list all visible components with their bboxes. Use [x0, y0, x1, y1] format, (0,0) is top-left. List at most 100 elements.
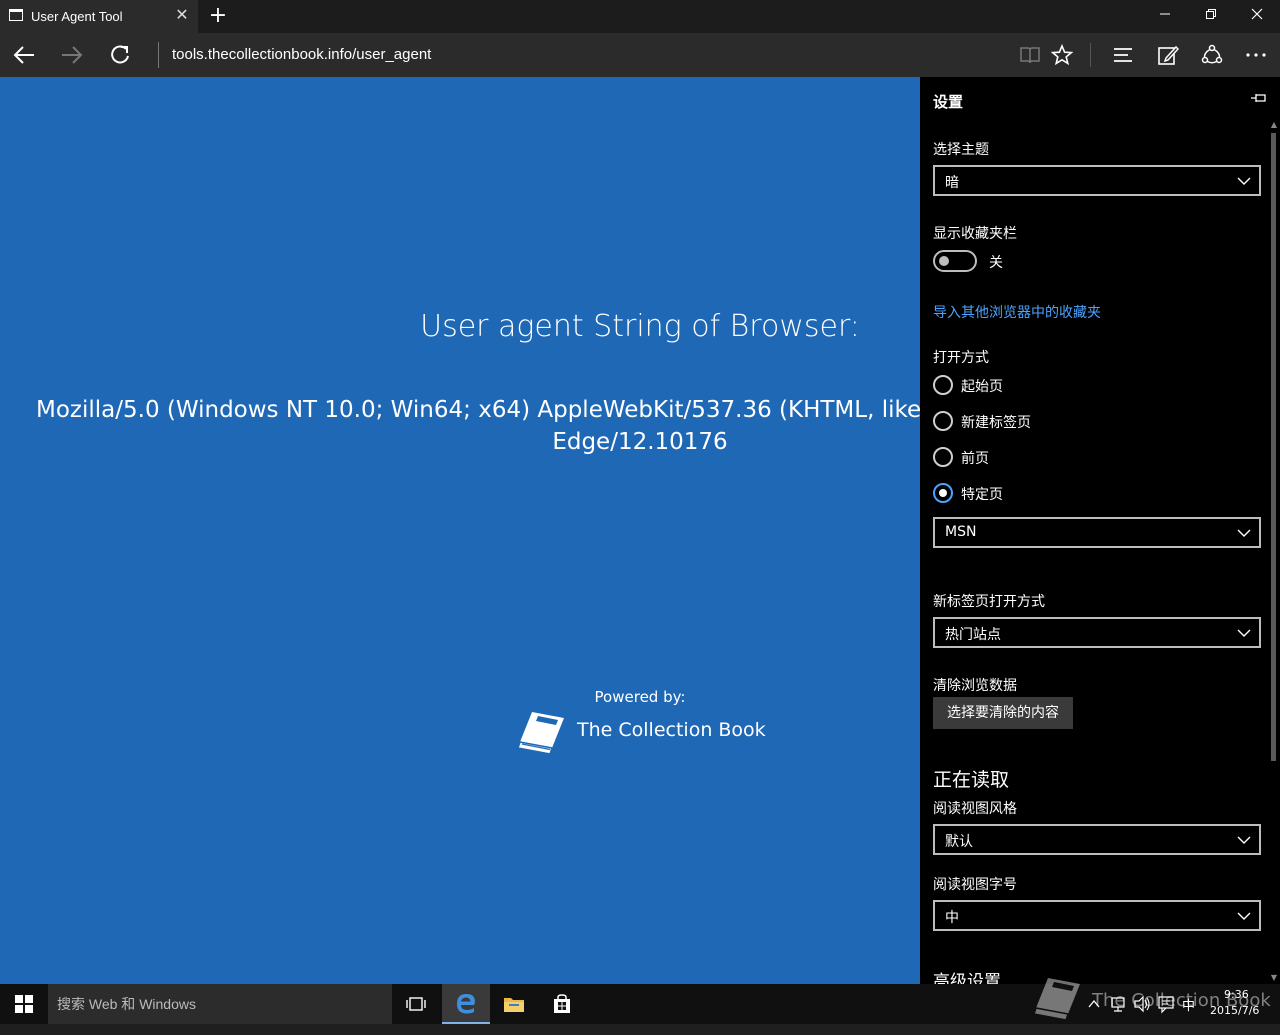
task-view-icon: [406, 997, 426, 1011]
pin-icon[interactable]: [1250, 91, 1268, 105]
radio-button: [933, 447, 953, 467]
choose-what-to-clear-button[interactable]: 选择要清除的内容: [933, 697, 1073, 729]
show-hidden-icons[interactable]: [1088, 984, 1100, 1024]
refresh-button[interactable]: [100, 39, 140, 71]
hub-button[interactable]: [1103, 39, 1143, 71]
chevron-down-icon: [1237, 836, 1251, 844]
tab-title: User Agent Tool: [31, 9, 123, 24]
reading-font-size-select[interactable]: 中: [933, 900, 1261, 931]
chevron-up-icon: [1088, 999, 1100, 1008]
toggle-knob: [939, 256, 949, 266]
book-logo-icon[interactable]: [514, 708, 568, 756]
chevron-down-icon: [1237, 529, 1251, 537]
address-divider: [158, 42, 159, 68]
more-button[interactable]: [1236, 39, 1276, 71]
reading-view-style-label: 阅读视图风格: [933, 801, 1017, 817]
book-watermark-icon: [1033, 978, 1080, 1021]
reading-view-icon: [1020, 47, 1040, 64]
radio-label: 新建标签页: [961, 415, 1031, 431]
settings-title: 设置: [933, 93, 964, 111]
chevron-down-icon: [1237, 912, 1251, 920]
close-icon: [1251, 8, 1263, 20]
navigation-bar: tools.thecollectionbook.info/user_agent: [0, 33, 1280, 77]
forward-arrow-icon: [62, 46, 83, 64]
favorite-star-icon: [1051, 44, 1073, 66]
radio-button-checked: [933, 483, 953, 503]
clear-data-label: 清除浏览数据: [933, 678, 1017, 694]
specific-page-select[interactable]: MSN: [933, 517, 1261, 548]
theme-label: 选择主题: [933, 142, 989, 158]
theme-select[interactable]: 暗: [933, 165, 1261, 196]
volume-tray-button[interactable]: [1133, 984, 1151, 1024]
favorite-button[interactable]: [1042, 39, 1082, 71]
share-button[interactable]: [1192, 39, 1232, 71]
ime-indicator[interactable]: 中: [1182, 995, 1195, 1035]
windows-logo-icon: [15, 995, 33, 1013]
restore-button[interactable]: [1188, 0, 1234, 33]
specific-page-value: MSN: [945, 524, 977, 540]
toolbar-separator: [1090, 43, 1091, 67]
reading-font-size-label: 阅读视图字号: [933, 877, 1017, 893]
forward-button[interactable]: [52, 39, 92, 71]
back-arrow-icon: [13, 46, 34, 64]
page-icon: [9, 9, 23, 21]
chevron-down-icon: [1237, 629, 1251, 637]
hub-icon: [1114, 48, 1132, 62]
share-icon: [1201, 44, 1223, 64]
web-note-button[interactable]: [1148, 39, 1188, 71]
open-with-label: 打开方式: [933, 350, 989, 366]
favorites-bar-label: 显示收藏夹栏: [933, 226, 1017, 242]
web-note-icon: [1158, 45, 1179, 65]
settings-scrollbar[interactable]: ▲ ▼: [1268, 121, 1280, 984]
taskbar-search-box[interactable]: 搜索 Web 和 Windows: [48, 984, 392, 1024]
theme-select-value: 暗: [945, 175, 959, 191]
clock-time[interactable]: 9:36: [1224, 988, 1249, 1001]
address-bar[interactable]: tools.thecollectionbook.info/user_agent: [172, 46, 431, 63]
import-favorites-link[interactable]: 导入其他浏览器中的收藏夹: [933, 302, 1101, 322]
scroll-up-arrow-icon[interactable]: ▲: [1269, 121, 1279, 129]
settings-pane: 设置 选择主题 暗 显示收藏夹栏 关 导入其他浏览器中的收藏夹 打开方式 起始页…: [920, 77, 1280, 984]
new-tab-button[interactable]: +: [207, 4, 229, 28]
user-agent-string-line-2: Edge/12.10176: [552, 429, 728, 455]
refresh-icon: [111, 45, 129, 64]
back-button[interactable]: [4, 39, 44, 71]
new-tab-open-value: 热门站点: [945, 627, 1001, 643]
edge-browser-icon: [457, 994, 475, 1014]
file-explorer-button[interactable]: [490, 984, 538, 1024]
new-tab-open-select[interactable]: 热门站点: [933, 617, 1261, 648]
action-center-button[interactable]: [1157, 984, 1175, 1024]
page-title: User agent String of Browser:: [420, 309, 860, 344]
reading-view-style-value: 默认: [945, 834, 973, 850]
start-button[interactable]: [0, 984, 48, 1024]
close-window-button[interactable]: [1234, 0, 1280, 33]
minimize-icon: [1160, 13, 1170, 15]
radio-label: 起始页: [961, 379, 1003, 395]
scrollbar-thumb[interactable]: [1271, 133, 1276, 761]
reading-section-heading: 正在读取: [933, 769, 1010, 791]
radio-button: [933, 411, 953, 431]
brand-link[interactable]: The Collection Book: [577, 719, 766, 741]
favorites-bar-toggle[interactable]: [933, 250, 977, 272]
store-button[interactable]: [538, 984, 586, 1024]
clock-date[interactable]: 2015/7/6: [1210, 1004, 1259, 1017]
favorites-bar-state: 关: [989, 255, 1003, 271]
tab-strip: User Agent Tool ✕ +: [0, 0, 1280, 33]
radio-button: [933, 375, 953, 395]
tab-close-icon[interactable]: ✕: [174, 5, 190, 25]
restore-icon: [1206, 9, 1216, 19]
edge-taskbar-button[interactable]: [442, 984, 490, 1024]
advanced-settings-heading: 高级设置: [933, 972, 1001, 984]
reading-view-style-select[interactable]: 默认: [933, 824, 1261, 855]
radio-label: 特定页: [961, 487, 1003, 503]
task-view-button[interactable]: [392, 984, 440, 1024]
radio-label: 前页: [961, 451, 989, 467]
tab-user-agent-tool[interactable]: User Agent Tool ✕: [0, 0, 198, 33]
speaker-icon: [1134, 995, 1150, 1013]
user-agent-string-line-1: Mozilla/5.0 (Windows NT 10.0; Win64; x64…: [36, 397, 920, 423]
taskbar: 搜索 Web 和 Windows The Collection Book 中 9…: [0, 978, 1280, 1024]
network-tray-button[interactable]: [1110, 984, 1126, 1024]
minimize-button[interactable]: [1142, 0, 1188, 33]
more-icon: [1246, 53, 1266, 57]
message-icon: [1158, 996, 1174, 1014]
scroll-down-arrow-icon[interactable]: ▼: [1269, 974, 1279, 982]
